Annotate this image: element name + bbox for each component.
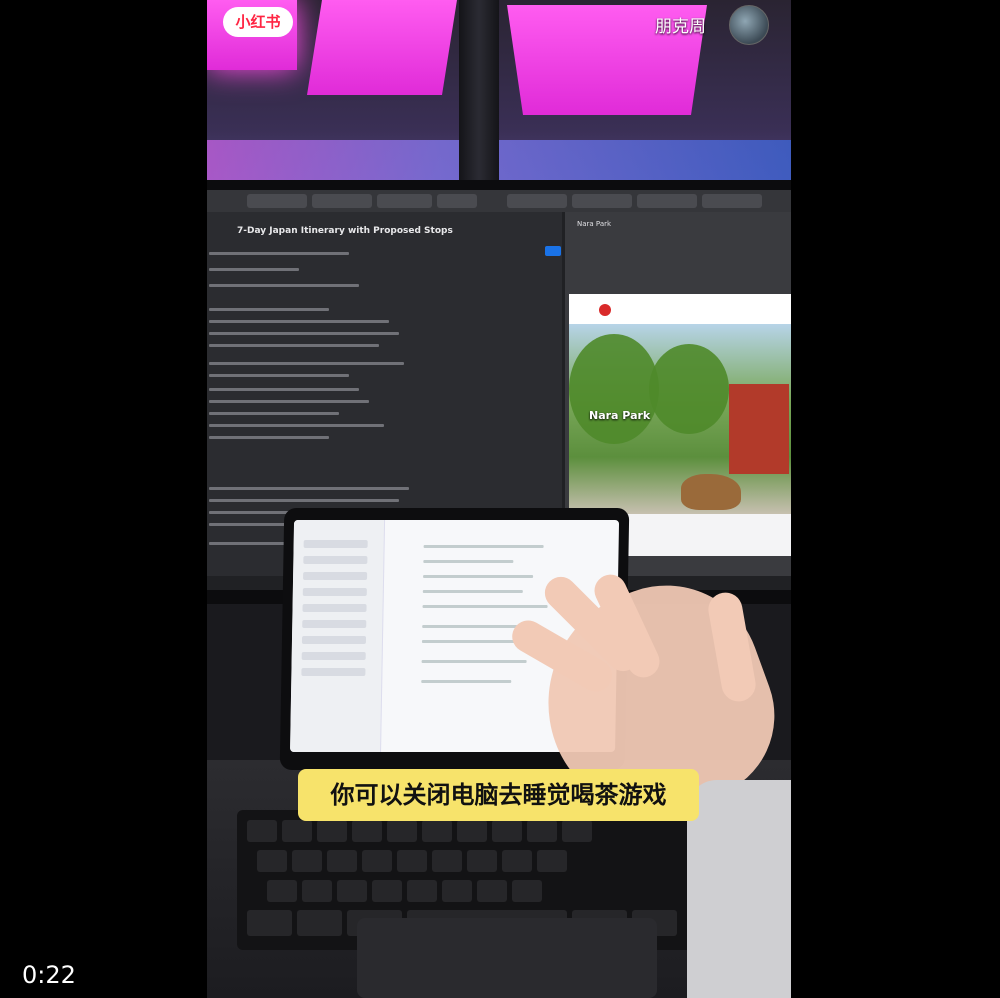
key[interactable]: [477, 880, 507, 902]
site-logo-icon: [599, 304, 611, 316]
text-line: [423, 575, 534, 578]
key[interactable]: [282, 820, 312, 842]
text-line: [209, 344, 379, 347]
key[interactable]: [337, 880, 367, 902]
sidebar-item[interactable]: [303, 556, 368, 564]
sleeve: [687, 780, 791, 998]
side-panel-title: Nara Park: [577, 220, 612, 228]
browser-tab[interactable]: [247, 194, 307, 208]
key[interactable]: [467, 850, 497, 872]
sidebar-item[interactable]: [302, 588, 367, 596]
text-line: [209, 374, 349, 377]
text-line: [421, 680, 512, 683]
text-line: [209, 320, 389, 323]
browser-tab[interactable]: [377, 194, 432, 208]
sidebar-item[interactable]: [303, 540, 368, 548]
text-line: [423, 560, 514, 563]
trackpad[interactable]: [357, 918, 657, 998]
tree: [649, 344, 729, 434]
temple-gate: [729, 384, 789, 474]
brand-logo[interactable]: 小红书: [223, 7, 293, 37]
text-line: [422, 625, 518, 628]
video-frame: 7-Day Japan Itinerary with Proposed Stop…: [207, 0, 791, 998]
text-line: [209, 424, 384, 427]
key[interactable]: [537, 850, 567, 872]
text-line: [209, 284, 359, 287]
key[interactable]: [302, 880, 332, 902]
key[interactable]: [432, 850, 462, 872]
text-line: [209, 412, 339, 415]
video-caption: 你可以关闭电脑去睡觉喝茶游戏: [298, 769, 699, 821]
browser-tab-bar: [207, 190, 791, 212]
sidebar-item[interactable]: [302, 620, 367, 628]
sidebar-item[interactable]: [301, 668, 366, 676]
text-line: [209, 308, 329, 311]
send-button[interactable]: [545, 246, 561, 256]
sidebar-item[interactable]: [302, 604, 367, 612]
key[interactable]: [407, 880, 437, 902]
key[interactable]: [562, 820, 592, 842]
sidebar-item[interactable]: [303, 572, 368, 580]
text-line: [423, 545, 544, 548]
deer: [681, 474, 741, 510]
chat-title: 7-Day Japan Itinerary with Proposed Stop…: [237, 226, 453, 236]
text-line: [209, 388, 359, 391]
text-line: [209, 332, 399, 335]
key[interactable]: [362, 850, 392, 872]
key[interactable]: [327, 850, 357, 872]
key[interactable]: [292, 850, 322, 872]
key[interactable]: [442, 880, 472, 902]
light-panel: [307, 0, 457, 95]
video-timestamp: 0:22: [22, 961, 76, 989]
author-name[interactable]: 朋克周: [655, 12, 706, 37]
browser-tab[interactable]: [437, 194, 477, 208]
key[interactable]: [512, 880, 542, 902]
browser-tab[interactable]: [702, 194, 762, 208]
key[interactable]: [372, 880, 402, 902]
key[interactable]: [457, 820, 487, 842]
text-line: [209, 362, 404, 365]
text-line: [209, 436, 329, 439]
text-line: [209, 268, 299, 271]
text-line: [421, 660, 527, 663]
key[interactable]: [492, 820, 522, 842]
key[interactable]: [297, 910, 342, 936]
browser-tab[interactable]: [312, 194, 372, 208]
hero-image: Nara Park: [569, 324, 791, 514]
text-line: [422, 590, 523, 593]
sidebar-item[interactable]: [301, 636, 367, 644]
key[interactable]: [352, 820, 382, 842]
site-nav: [569, 294, 791, 325]
tree: [569, 334, 659, 444]
text-line: [209, 487, 409, 490]
text-line: [422, 605, 548, 608]
hero-title: Nara Park: [589, 409, 651, 422]
key[interactable]: [267, 880, 297, 902]
browser-tab[interactable]: [507, 194, 567, 208]
key[interactable]: [247, 910, 292, 936]
text-line: [209, 400, 369, 403]
key[interactable]: [422, 820, 452, 842]
browser-tab[interactable]: [637, 194, 697, 208]
key[interactable]: [387, 820, 417, 842]
laptop-sidebar: [290, 520, 386, 752]
key[interactable]: [397, 850, 427, 872]
sidebar-item[interactable]: [301, 652, 366, 660]
key[interactable]: [317, 820, 347, 842]
key[interactable]: [527, 820, 557, 842]
text-line: [209, 499, 399, 502]
text-line: [209, 252, 349, 255]
author-avatar[interactable]: [729, 5, 769, 45]
key[interactable]: [247, 820, 277, 842]
pillar: [459, 0, 499, 200]
browser-tab[interactable]: [572, 194, 632, 208]
key[interactable]: [257, 850, 287, 872]
key[interactable]: [502, 850, 532, 872]
